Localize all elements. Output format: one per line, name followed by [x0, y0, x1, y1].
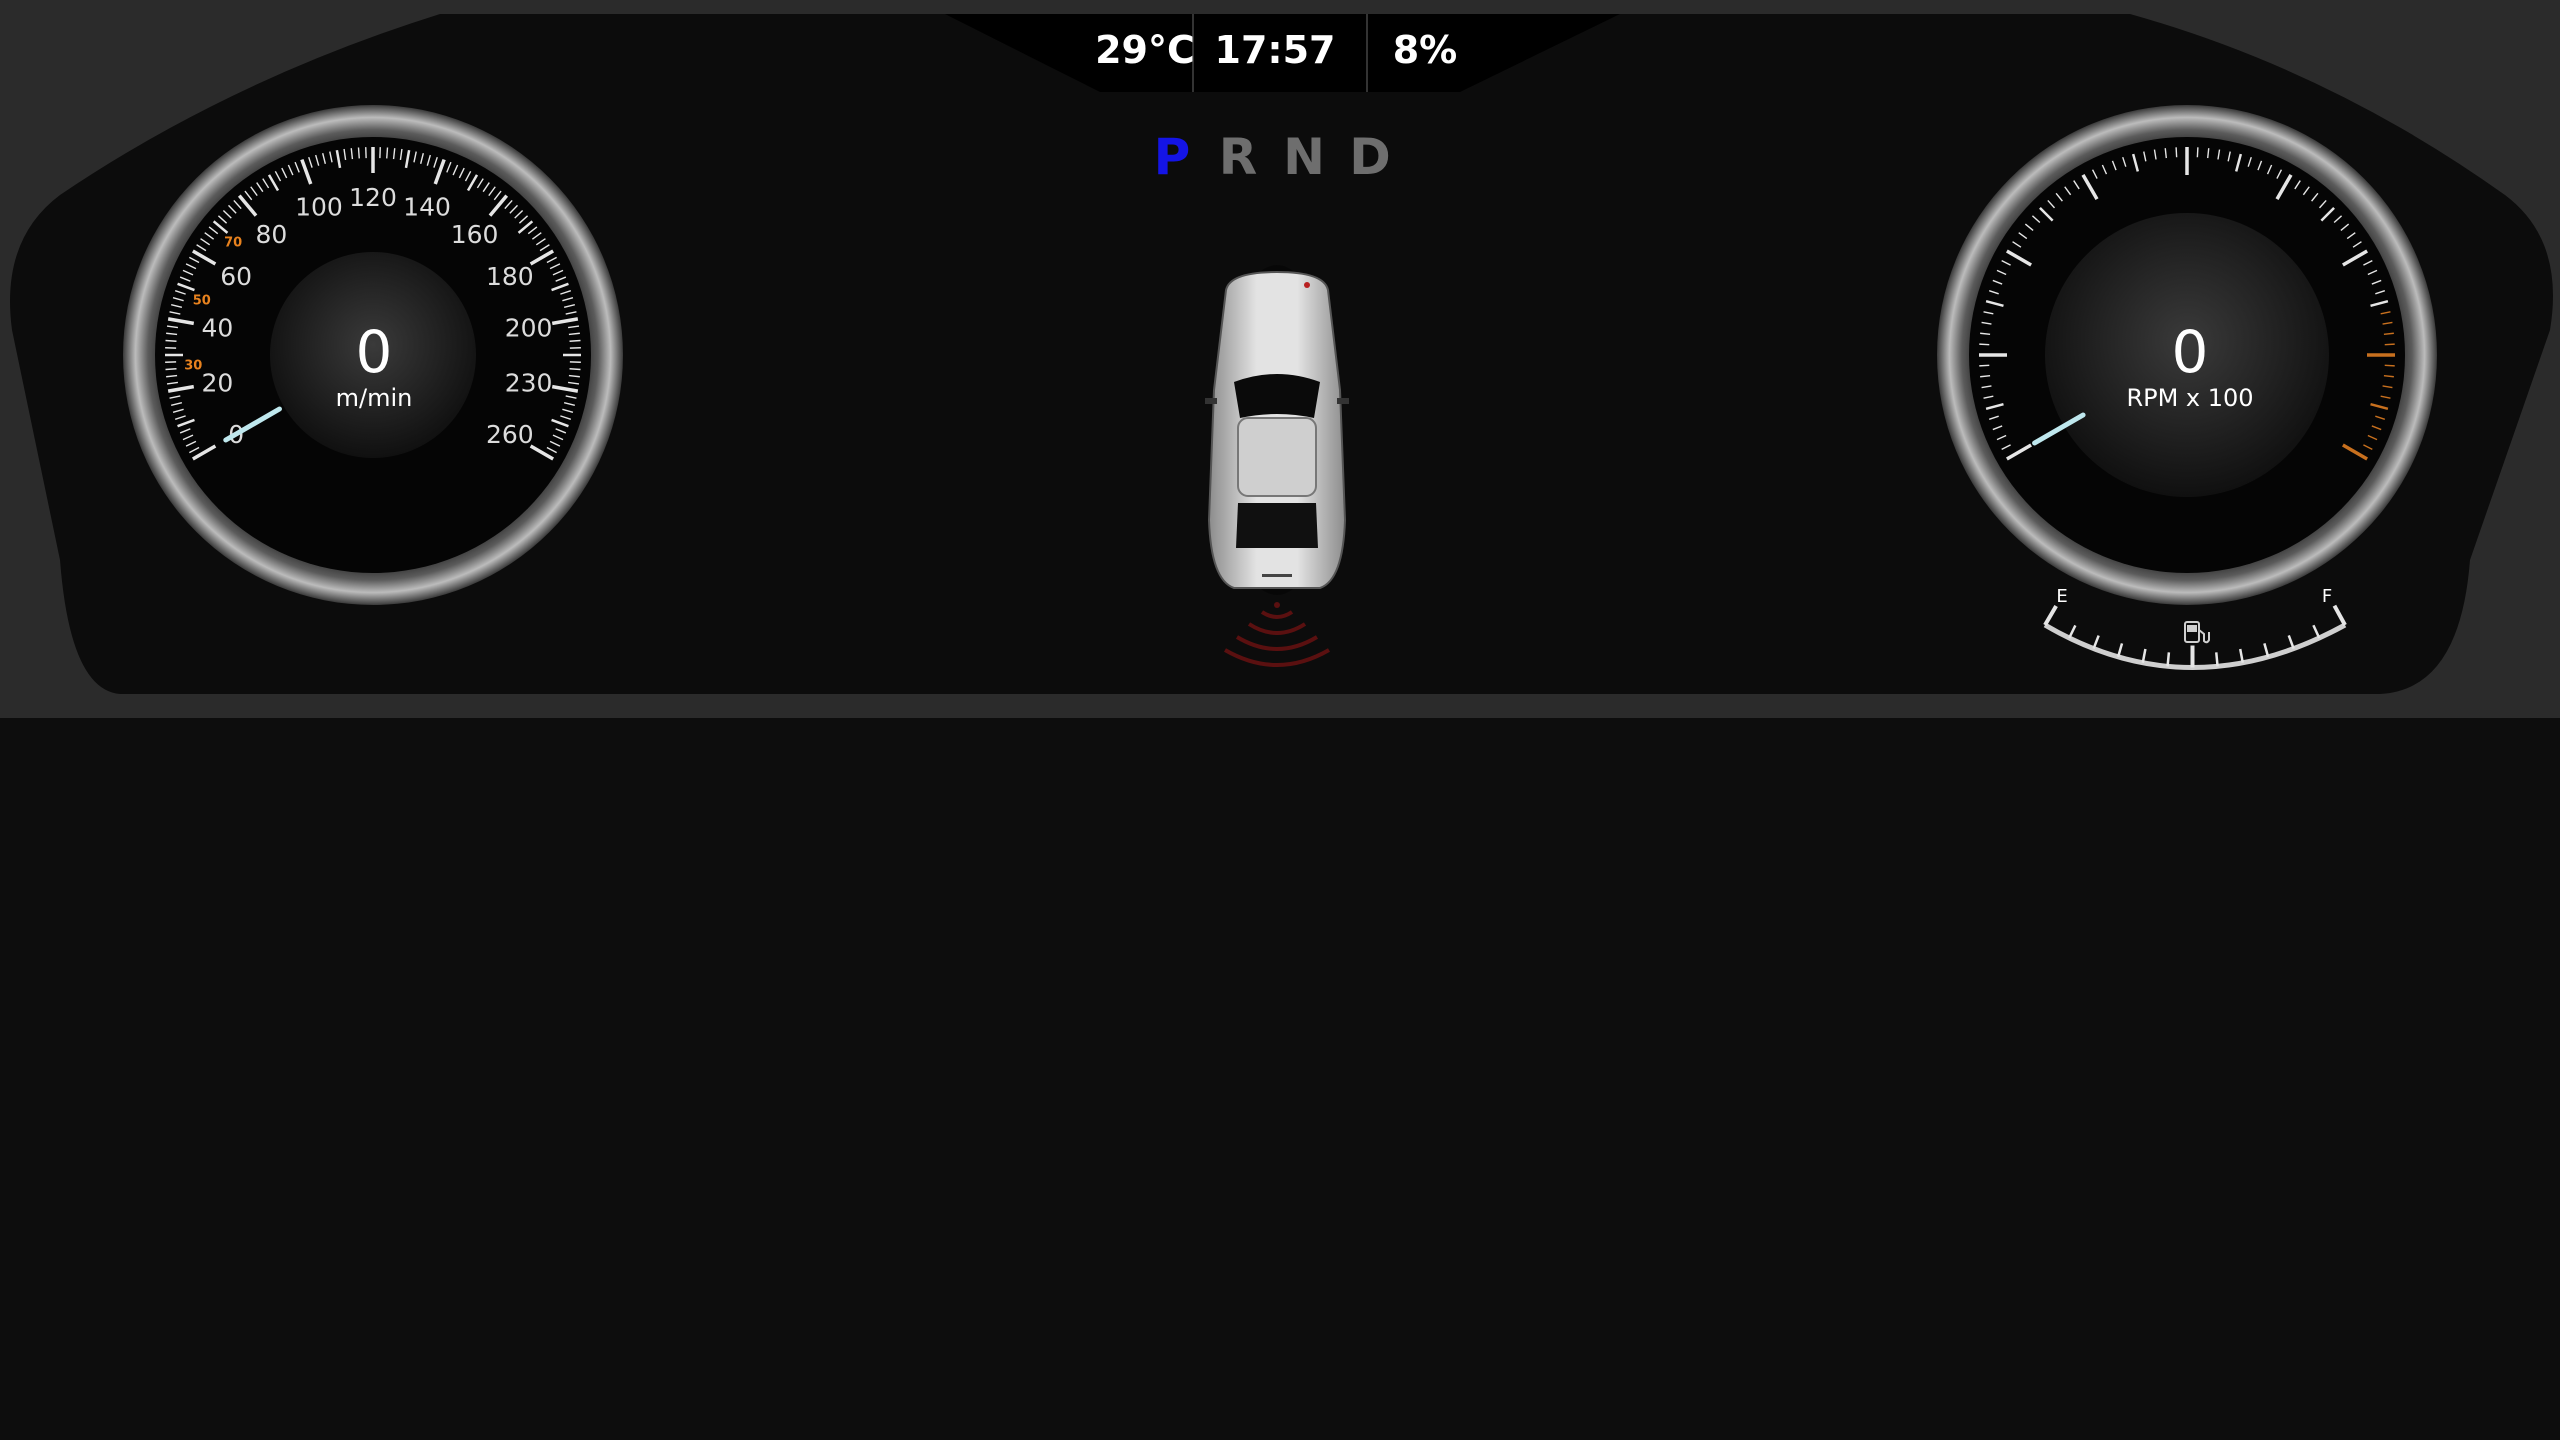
rpm-tick: [2384, 343, 2395, 346]
speed-inner-scale-label: 50: [193, 293, 211, 308]
rpm-tick: [2196, 147, 2199, 158]
battery-readout: 8%: [1392, 28, 1458, 72]
gear-neutral[interactable]: N: [1279, 128, 1329, 186]
speed-tick: [357, 147, 360, 159]
rpm-value: 0: [2171, 318, 2209, 386]
fuel-full-label: F: [2322, 586, 2332, 607]
fuel-tick: [2166, 652, 2171, 667]
speed-scale-label: 120: [349, 183, 397, 212]
temperature-readout: 29°C: [1095, 28, 1195, 72]
fuel-tick: [2215, 652, 2219, 667]
speed-scale-label: 230: [505, 368, 553, 397]
rpm-tick: [1979, 343, 1990, 346]
car-top-view-icon: [1205, 265, 1349, 595]
speed-scale-label: 140: [403, 193, 451, 222]
fuel-empty-label: E: [2056, 586, 2067, 607]
rpm-tick: [2384, 364, 2395, 367]
speed-scale-label: 180: [486, 262, 534, 291]
speed-value: 0: [355, 318, 393, 386]
speed-tick: [386, 147, 389, 159]
speed-unit-label: m/min: [335, 384, 413, 412]
speed-scale-label: 100: [295, 193, 343, 222]
speed-tick: [165, 368, 177, 371]
speed-scale-label: 160: [451, 220, 499, 249]
speed-tick: [569, 339, 581, 342]
speed-scale-label: 260: [486, 420, 534, 449]
rpm-tick: [1979, 364, 1990, 367]
speed-scale-label: 20: [201, 368, 233, 397]
rpm-unit-label: RPM x 100: [2126, 384, 2254, 412]
speed-scale-label: 40: [201, 314, 233, 343]
clock-readout: 17:57: [1214, 28, 1336, 72]
speed-inner-scale-label: 30: [184, 358, 202, 373]
speed-scale-label: 200: [505, 314, 553, 343]
gear-drive[interactable]: D: [1345, 128, 1395, 186]
gear-park[interactable]: P: [1147, 128, 1197, 186]
speed-tick: [165, 339, 177, 342]
speed-inner-scale-label: 70: [224, 236, 242, 251]
speed-scale-label: 60: [220, 262, 252, 291]
speed-tick: [569, 368, 581, 371]
rpm-tick: [2175, 147, 2178, 158]
speed-scale-label: 80: [256, 220, 288, 249]
gear-reverse[interactable]: R: [1213, 128, 1263, 186]
